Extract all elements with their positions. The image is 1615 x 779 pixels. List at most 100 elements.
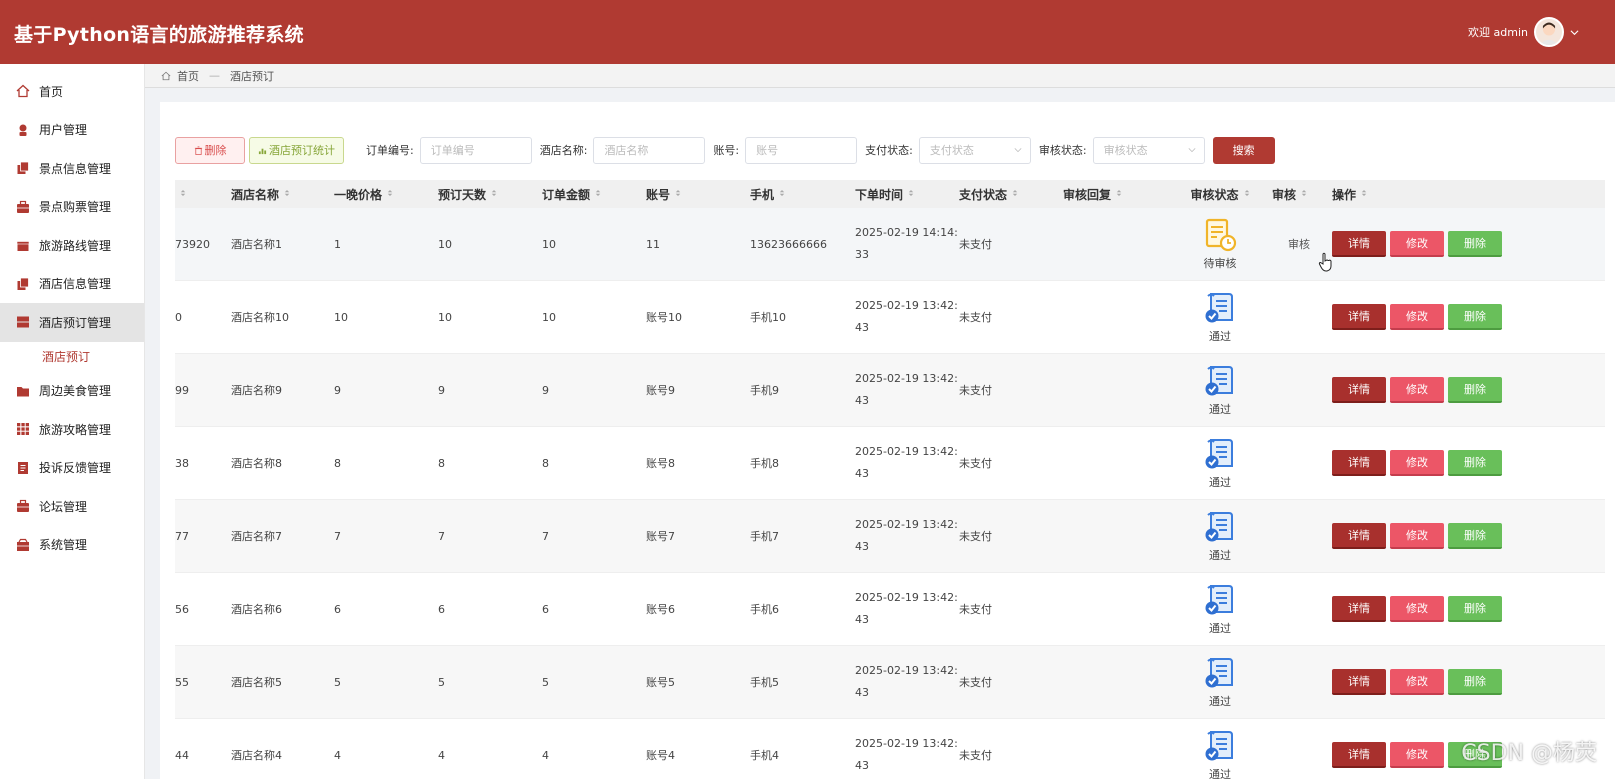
price-cell: 4: [334, 748, 341, 762]
sort-icon[interactable]: [491, 189, 497, 199]
user-menu[interactable]: 欢迎 admin: [1468, 16, 1579, 48]
edit-button[interactable]: 修改: [1390, 742, 1444, 768]
hotel-name-cell: 酒店名称6: [231, 603, 282, 616]
sort-icon[interactable]: [595, 189, 601, 199]
approved-icon: [1205, 366, 1233, 396]
column-header-7[interactable]: 下单时间: [855, 186, 959, 203]
column-header-4[interactable]: 订单金额: [542, 186, 646, 203]
column-header-3[interactable]: 预订天数: [438, 186, 542, 203]
column-header-label: 账号: [646, 187, 671, 202]
column-header-11[interactable]: 审核: [1272, 186, 1332, 203]
delete-button[interactable]: 删除: [1448, 523, 1502, 549]
sidebar-item-9[interactable]: 投诉反馈管理: [0, 449, 144, 488]
detail-button[interactable]: 详情: [1332, 669, 1386, 695]
column-header-label: 审核回复: [1063, 187, 1112, 202]
edit-button[interactable]: 修改: [1390, 231, 1444, 257]
order-time-seconds: 43: [855, 613, 869, 626]
order-no-cell: 55: [175, 675, 189, 689]
sort-icon[interactable]: [779, 189, 785, 199]
sidebar-item-2[interactable]: 景点信息管理: [0, 149, 144, 188]
breadcrumb-home[interactable]: 首页: [177, 68, 199, 84]
edit-label: 修改: [1406, 602, 1428, 615]
hotel-name-input[interactable]: 酒店名称: [593, 136, 706, 164]
sort-icon[interactable]: [387, 189, 393, 199]
sidebar-item-8[interactable]: 旅游攻略管理: [0, 410, 144, 449]
sidebar-subitem-hotel-booking[interactable]: 酒店预订: [0, 342, 144, 372]
sort-icon[interactable]: [1116, 189, 1122, 199]
delete-button[interactable]: 删除: [1448, 231, 1502, 257]
delete-label: 删除: [1464, 383, 1486, 396]
delete-button[interactable]: 删除: [1448, 377, 1502, 403]
sidebar-item-4[interactable]: 旅游路线管理: [0, 226, 144, 265]
order-no-input[interactable]: 订单编号: [419, 136, 532, 164]
detail-button[interactable]: 详情: [1332, 742, 1386, 768]
sidebar-item-6[interactable]: 酒店预订管理: [0, 303, 144, 342]
sort-icon[interactable]: [180, 189, 186, 199]
edit-button[interactable]: 修改: [1390, 596, 1444, 622]
detail-button[interactable]: 详情: [1332, 596, 1386, 622]
order-time-seconds: 43: [855, 540, 869, 553]
detail-button[interactable]: 详情: [1332, 523, 1386, 549]
sidebar-item-3[interactable]: 景点购票管理: [0, 188, 144, 227]
review-cell: [1272, 646, 1332, 718]
review-link[interactable]: 审核: [1272, 236, 1310, 252]
sort-icon[interactable]: [284, 189, 290, 199]
review-status-label: 通过: [1209, 403, 1231, 416]
edit-button[interactable]: 修改: [1390, 450, 1444, 476]
sort-icon[interactable]: [1244, 189, 1250, 199]
pay-status-cell: 未支付: [959, 384, 992, 397]
detail-button[interactable]: 详情: [1332, 231, 1386, 257]
sidebar-item-1[interactable]: 用户管理: [0, 111, 144, 150]
edit-button[interactable]: 修改: [1390, 669, 1444, 695]
approved-icon: [1205, 585, 1233, 615]
edit-label: 修改: [1406, 748, 1428, 761]
sort-icon[interactable]: [1361, 189, 1367, 199]
breadcrumb-separator: —: [209, 69, 220, 82]
column-header-12[interactable]: 操作: [1332, 186, 1512, 203]
column-header-10[interactable]: 审核状态: [1168, 186, 1272, 203]
edit-button[interactable]: 修改: [1390, 523, 1444, 549]
review-status-cell: 通过: [1168, 354, 1272, 426]
sidebar-item-11[interactable]: 系统管理: [0, 526, 144, 565]
detail-button[interactable]: 详情: [1332, 377, 1386, 403]
hotel-name-cell: 酒店名称4: [231, 749, 282, 762]
delete-button[interactable]: 删除: [1448, 669, 1502, 695]
delete-button[interactable]: 删除: [1448, 450, 1502, 476]
column-header-label: 下单时间: [855, 187, 904, 202]
delete-button[interactable]: 删除: [1448, 596, 1502, 622]
detail-button[interactable]: 详情: [1332, 450, 1386, 476]
column-header-9[interactable]: 审核回复: [1063, 186, 1168, 203]
sidebar-item-10[interactable]: 论坛管理: [0, 487, 144, 526]
search-button[interactable]: 搜索: [1212, 136, 1275, 164]
sidebar-item-7[interactable]: 周边美食管理: [0, 372, 144, 411]
order-time-seconds: 43: [855, 759, 869, 772]
column-header-8[interactable]: 支付状态: [959, 186, 1063, 203]
column-header-1[interactable]: 酒店名称: [231, 186, 334, 203]
sort-icon[interactable]: [675, 189, 681, 199]
avatar[interactable]: [1534, 17, 1564, 47]
column-header-2[interactable]: 一晚价格: [334, 186, 438, 203]
edit-button[interactable]: 修改: [1390, 377, 1444, 403]
column-header-5[interactable]: 账号: [646, 186, 750, 203]
batch-delete-button[interactable]: 删除: [175, 136, 245, 164]
detail-label: 详情: [1348, 456, 1370, 469]
account-input[interactable]: 账号: [745, 136, 858, 164]
amount-cell: 8: [542, 456, 549, 470]
account-placeholder: 账号: [756, 144, 779, 157]
sidebar-item-0[interactable]: 首页: [0, 72, 144, 111]
edit-button[interactable]: 修改: [1390, 304, 1444, 330]
sort-icon[interactable]: [908, 189, 914, 199]
ops-cell: 详情 修改 删除: [1332, 573, 1512, 645]
sort-icon[interactable]: [1301, 189, 1307, 199]
column-header-6[interactable]: 手机: [750, 186, 855, 203]
review-status-select[interactable]: 审核状态: [1092, 136, 1205, 164]
delete-label: 删除: [1464, 237, 1486, 250]
pay-status-select[interactable]: 支付状态: [918, 136, 1031, 164]
hotel-stat-button[interactable]: 酒店预订统计: [249, 136, 344, 164]
delete-button[interactable]: 删除: [1448, 304, 1502, 330]
detail-button[interactable]: 详情: [1332, 304, 1386, 330]
chevron-down-icon[interactable]: [1570, 28, 1579, 37]
sort-icon[interactable]: [1012, 189, 1018, 199]
column-header-0[interactable]: [175, 189, 231, 199]
sidebar-item-5[interactable]: 酒店信息管理: [0, 265, 144, 304]
